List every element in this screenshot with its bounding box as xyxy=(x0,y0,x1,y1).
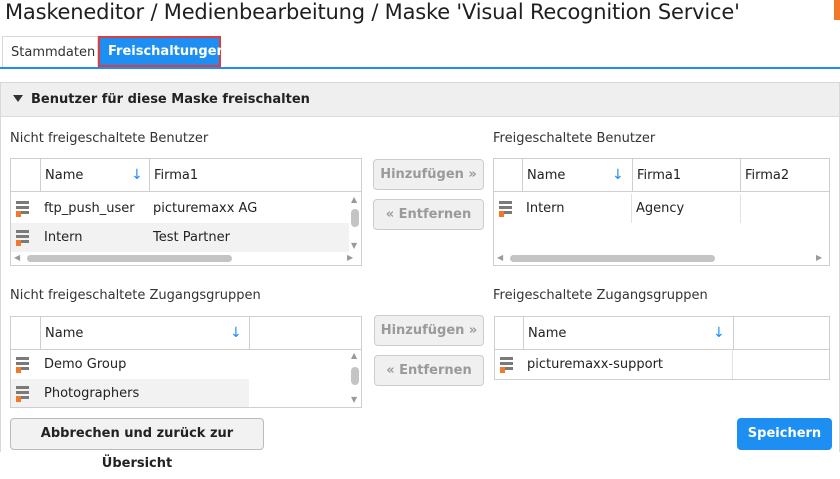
cell-name: ftp_push_user xyxy=(44,201,135,216)
sort-down-icon[interactable]: ↓ xyxy=(713,317,725,350)
unassigned-groups-grid: Name ↓ Demo Group Photographers ▲ ▼ xyxy=(10,316,362,408)
user-icon xyxy=(499,201,512,217)
corner-marker xyxy=(834,0,840,20)
cell-firma1: picturemaxx AG xyxy=(153,201,258,216)
user-icon xyxy=(16,201,29,217)
sort-down-icon[interactable]: ↓ xyxy=(230,317,242,350)
cell-firma1: Test Partner xyxy=(153,230,230,245)
cell-name: Intern xyxy=(44,230,83,245)
sort-down-icon[interactable]: ↓ xyxy=(131,159,143,192)
assigned-users-label: Freigeschaltete Benutzer xyxy=(493,131,656,146)
cell-firma2 xyxy=(741,194,745,223)
vertical-scrollbar[interactable]: ▲ ▼ xyxy=(350,195,360,253)
group-icon xyxy=(16,386,29,402)
vertical-scrollbar[interactable]: ▲ ▼ xyxy=(350,351,360,407)
unassigned-users-label: Nicht freigeschaltete Benutzer xyxy=(10,131,209,146)
add-group-button[interactable]: Hinzufügen » xyxy=(374,315,484,346)
remove-user-button[interactable]: « Entfernen xyxy=(373,199,484,230)
table-row[interactable]: ftp_push_user picturemaxx AG xyxy=(11,194,349,223)
column-header-firma2[interactable]: Firma2 xyxy=(740,159,829,192)
list-item[interactable]: Demo Group xyxy=(11,350,249,379)
cell-name: picturemaxx-support xyxy=(527,357,664,372)
add-user-button[interactable]: Hinzufügen » xyxy=(373,159,484,190)
tab-bar: Stammdaten Freischaltungen xyxy=(0,36,840,69)
horizontal-scrollbar[interactable]: ◀ ▶ xyxy=(494,253,829,263)
column-header-firma1[interactable]: Firma1 xyxy=(632,159,741,192)
sort-down-icon[interactable]: ↓ xyxy=(612,159,624,192)
grid-header: Name ↓ Firma1 Firma2 xyxy=(494,159,829,192)
collapse-triangle-icon[interactable] xyxy=(13,95,23,102)
list-item[interactable]: picturemaxx-support xyxy=(495,350,733,379)
grid-header: Name ↓ xyxy=(495,317,829,350)
cell-name: Photographers xyxy=(44,386,140,401)
panel-header[interactable]: Benutzer für diese Maske freischalten xyxy=(1,83,839,117)
cancel-back-button[interactable]: Abbrechen und zurück zur Übersicht xyxy=(10,418,264,471)
column-header-empty xyxy=(733,317,829,350)
remove-group-button[interactable]: « Entfernen xyxy=(374,355,484,386)
group-icon xyxy=(16,357,29,373)
tab-stammdaten[interactable]: Stammdaten xyxy=(2,36,98,67)
list-item[interactable]: Photographers xyxy=(11,379,249,407)
user-icon xyxy=(16,230,29,246)
assigned-groups-grid: Name ↓ picturemaxx-support xyxy=(494,316,830,380)
panel-title: Benutzer für diese Maske freischalten xyxy=(31,92,310,107)
table-row[interactable]: Intern Agency xyxy=(494,194,829,223)
cell-firma1: Agency xyxy=(632,194,741,223)
column-header-firma1[interactable]: Firma1 xyxy=(149,159,361,192)
column-header-empty xyxy=(249,317,361,350)
grid-header: Name ↓ xyxy=(11,317,361,350)
group-icon xyxy=(500,357,513,373)
tab-freischaltungen[interactable]: Freischaltungen xyxy=(98,36,226,67)
grid-header: Name ↓ Firma1 xyxy=(11,159,361,192)
horizontal-scrollbar[interactable]: ◀ ▶ xyxy=(11,253,361,263)
assigned-users-grid: Name ↓ Firma1 Firma2 Intern Agency ◀ ▶ xyxy=(493,158,830,266)
cell-name: Demo Group xyxy=(44,357,127,372)
unassigned-groups-label: Nicht freigeschaltete Zugangsgruppen xyxy=(10,288,261,303)
cell-name: Intern xyxy=(522,194,632,223)
save-button[interactable]: Speichern xyxy=(737,418,832,450)
unassigned-users-grid: Name ↓ Firma1 ftp_push_user picturemaxx … xyxy=(10,158,362,266)
table-row[interactable]: Intern Test Partner xyxy=(11,223,349,252)
page-title: Maskeneditor / Medienbearbeitung / Maske… xyxy=(5,0,740,24)
assigned-groups-label: Freigeschaltete Zugangsgruppen xyxy=(493,288,708,303)
column-header-name[interactable]: Name xyxy=(40,317,249,350)
column-header-name[interactable]: Name xyxy=(523,317,733,350)
